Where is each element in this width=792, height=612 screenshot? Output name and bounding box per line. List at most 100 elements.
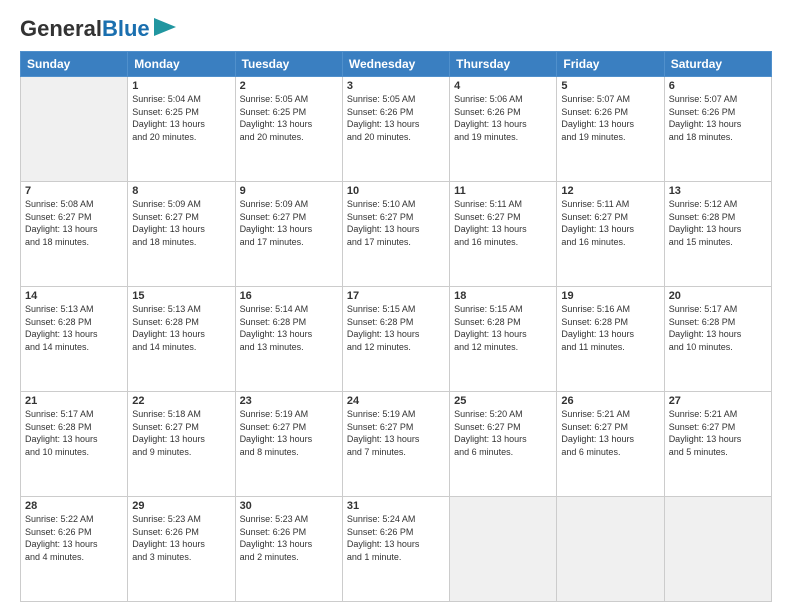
header-day-wednesday: Wednesday — [342, 52, 449, 77]
day-info: Sunrise: 5:20 AMSunset: 6:27 PMDaylight:… — [454, 408, 552, 458]
day-number: 4 — [454, 80, 552, 92]
day-number: 16 — [240, 290, 338, 302]
calendar-cell: 6Sunrise: 5:07 AMSunset: 6:26 PMDaylight… — [664, 77, 771, 182]
week-row-1: 1Sunrise: 5:04 AMSunset: 6:25 PMDaylight… — [21, 77, 772, 182]
header-day-monday: Monday — [128, 52, 235, 77]
day-number: 8 — [132, 185, 230, 197]
day-info: Sunrise: 5:17 AMSunset: 6:28 PMDaylight:… — [669, 303, 767, 353]
header-day-saturday: Saturday — [664, 52, 771, 77]
header-day-friday: Friday — [557, 52, 664, 77]
day-number: 19 — [561, 290, 659, 302]
day-number: 9 — [240, 185, 338, 197]
day-info: Sunrise: 5:10 AMSunset: 6:27 PMDaylight:… — [347, 198, 445, 248]
calendar-cell — [450, 497, 557, 602]
day-info: Sunrise: 5:09 AMSunset: 6:27 PMDaylight:… — [132, 198, 230, 248]
day-number: 28 — [25, 500, 123, 512]
calendar-cell: 8Sunrise: 5:09 AMSunset: 6:27 PMDaylight… — [128, 182, 235, 287]
week-row-5: 28Sunrise: 5:22 AMSunset: 6:26 PMDayligh… — [21, 497, 772, 602]
header-day-thursday: Thursday — [450, 52, 557, 77]
calendar-cell: 11Sunrise: 5:11 AMSunset: 6:27 PMDayligh… — [450, 182, 557, 287]
day-number: 21 — [25, 395, 123, 407]
header-day-sunday: Sunday — [21, 52, 128, 77]
calendar-cell: 31Sunrise: 5:24 AMSunset: 6:26 PMDayligh… — [342, 497, 449, 602]
day-number: 30 — [240, 500, 338, 512]
day-info: Sunrise: 5:21 AMSunset: 6:27 PMDaylight:… — [669, 408, 767, 458]
header-day-tuesday: Tuesday — [235, 52, 342, 77]
calendar-cell: 15Sunrise: 5:13 AMSunset: 6:28 PMDayligh… — [128, 287, 235, 392]
day-info: Sunrise: 5:05 AMSunset: 6:25 PMDaylight:… — [240, 93, 338, 143]
day-info: Sunrise: 5:08 AMSunset: 6:27 PMDaylight:… — [25, 198, 123, 248]
week-row-3: 14Sunrise: 5:13 AMSunset: 6:28 PMDayligh… — [21, 287, 772, 392]
day-info: Sunrise: 5:21 AMSunset: 6:27 PMDaylight:… — [561, 408, 659, 458]
day-info: Sunrise: 5:13 AMSunset: 6:28 PMDaylight:… — [132, 303, 230, 353]
day-number: 5 — [561, 80, 659, 92]
day-number: 29 — [132, 500, 230, 512]
day-number: 2 — [240, 80, 338, 92]
day-info: Sunrise: 5:07 AMSunset: 6:26 PMDaylight:… — [669, 93, 767, 143]
day-info: Sunrise: 5:15 AMSunset: 6:28 PMDaylight:… — [347, 303, 445, 353]
day-info: Sunrise: 5:24 AMSunset: 6:26 PMDaylight:… — [347, 513, 445, 563]
calendar-cell — [21, 77, 128, 182]
day-info: Sunrise: 5:16 AMSunset: 6:28 PMDaylight:… — [561, 303, 659, 353]
day-info: Sunrise: 5:14 AMSunset: 6:28 PMDaylight:… — [240, 303, 338, 353]
day-info: Sunrise: 5:09 AMSunset: 6:27 PMDaylight:… — [240, 198, 338, 248]
week-row-4: 21Sunrise: 5:17 AMSunset: 6:28 PMDayligh… — [21, 392, 772, 497]
day-number: 23 — [240, 395, 338, 407]
day-info: Sunrise: 5:17 AMSunset: 6:28 PMDaylight:… — [25, 408, 123, 458]
day-info: Sunrise: 5:15 AMSunset: 6:28 PMDaylight:… — [454, 303, 552, 353]
day-info: Sunrise: 5:12 AMSunset: 6:28 PMDaylight:… — [669, 198, 767, 248]
day-number: 11 — [454, 185, 552, 197]
calendar-cell: 27Sunrise: 5:21 AMSunset: 6:27 PMDayligh… — [664, 392, 771, 497]
day-number: 10 — [347, 185, 445, 197]
day-info: Sunrise: 5:19 AMSunset: 6:27 PMDaylight:… — [240, 408, 338, 458]
calendar-cell: 5Sunrise: 5:07 AMSunset: 6:26 PMDaylight… — [557, 77, 664, 182]
calendar-cell: 10Sunrise: 5:10 AMSunset: 6:27 PMDayligh… — [342, 182, 449, 287]
day-number: 27 — [669, 395, 767, 407]
day-number: 12 — [561, 185, 659, 197]
day-info: Sunrise: 5:23 AMSunset: 6:26 PMDaylight:… — [132, 513, 230, 563]
day-info: Sunrise: 5:11 AMSunset: 6:27 PMDaylight:… — [561, 198, 659, 248]
day-number: 26 — [561, 395, 659, 407]
logo-general: General — [20, 16, 102, 41]
day-number: 25 — [454, 395, 552, 407]
calendar-cell: 19Sunrise: 5:16 AMSunset: 6:28 PMDayligh… — [557, 287, 664, 392]
calendar-cell: 21Sunrise: 5:17 AMSunset: 6:28 PMDayligh… — [21, 392, 128, 497]
calendar-cell — [664, 497, 771, 602]
day-number: 14 — [25, 290, 123, 302]
day-number: 22 — [132, 395, 230, 407]
calendar-cell — [557, 497, 664, 602]
calendar-cell: 20Sunrise: 5:17 AMSunset: 6:28 PMDayligh… — [664, 287, 771, 392]
calendar-cell: 26Sunrise: 5:21 AMSunset: 6:27 PMDayligh… — [557, 392, 664, 497]
day-info: Sunrise: 5:13 AMSunset: 6:28 PMDaylight:… — [25, 303, 123, 353]
calendar-cell: 17Sunrise: 5:15 AMSunset: 6:28 PMDayligh… — [342, 287, 449, 392]
day-info: Sunrise: 5:05 AMSunset: 6:26 PMDaylight:… — [347, 93, 445, 143]
calendar-cell: 14Sunrise: 5:13 AMSunset: 6:28 PMDayligh… — [21, 287, 128, 392]
day-info: Sunrise: 5:07 AMSunset: 6:26 PMDaylight:… — [561, 93, 659, 143]
calendar-cell: 7Sunrise: 5:08 AMSunset: 6:27 PMDaylight… — [21, 182, 128, 287]
day-number: 3 — [347, 80, 445, 92]
calendar-cell: 9Sunrise: 5:09 AMSunset: 6:27 PMDaylight… — [235, 182, 342, 287]
calendar-cell: 25Sunrise: 5:20 AMSunset: 6:27 PMDayligh… — [450, 392, 557, 497]
calendar-cell: 3Sunrise: 5:05 AMSunset: 6:26 PMDaylight… — [342, 77, 449, 182]
calendar-cell: 23Sunrise: 5:19 AMSunset: 6:27 PMDayligh… — [235, 392, 342, 497]
calendar-cell: 18Sunrise: 5:15 AMSunset: 6:28 PMDayligh… — [450, 287, 557, 392]
calendar-cell: 30Sunrise: 5:23 AMSunset: 6:26 PMDayligh… — [235, 497, 342, 602]
page: GeneralBlue SundayMondayTuesdayWednesday… — [0, 0, 792, 612]
calendar: SundayMondayTuesdayWednesdayThursdayFrid… — [20, 51, 772, 602]
calendar-cell: 28Sunrise: 5:22 AMSunset: 6:26 PMDayligh… — [21, 497, 128, 602]
header-row: SundayMondayTuesdayWednesdayThursdayFrid… — [21, 52, 772, 77]
week-row-2: 7Sunrise: 5:08 AMSunset: 6:27 PMDaylight… — [21, 182, 772, 287]
calendar-cell: 2Sunrise: 5:05 AMSunset: 6:25 PMDaylight… — [235, 77, 342, 182]
day-info: Sunrise: 5:23 AMSunset: 6:26 PMDaylight:… — [240, 513, 338, 563]
calendar-cell: 29Sunrise: 5:23 AMSunset: 6:26 PMDayligh… — [128, 497, 235, 602]
day-number: 7 — [25, 185, 123, 197]
day-info: Sunrise: 5:19 AMSunset: 6:27 PMDaylight:… — [347, 408, 445, 458]
day-number: 17 — [347, 290, 445, 302]
logo-blue: Blue — [102, 16, 150, 41]
day-info: Sunrise: 5:18 AMSunset: 6:27 PMDaylight:… — [132, 408, 230, 458]
calendar-cell: 24Sunrise: 5:19 AMSunset: 6:27 PMDayligh… — [342, 392, 449, 497]
calendar-cell: 13Sunrise: 5:12 AMSunset: 6:28 PMDayligh… — [664, 182, 771, 287]
day-info: Sunrise: 5:06 AMSunset: 6:26 PMDaylight:… — [454, 93, 552, 143]
logo: GeneralBlue — [20, 16, 176, 41]
header: GeneralBlue — [20, 16, 772, 41]
